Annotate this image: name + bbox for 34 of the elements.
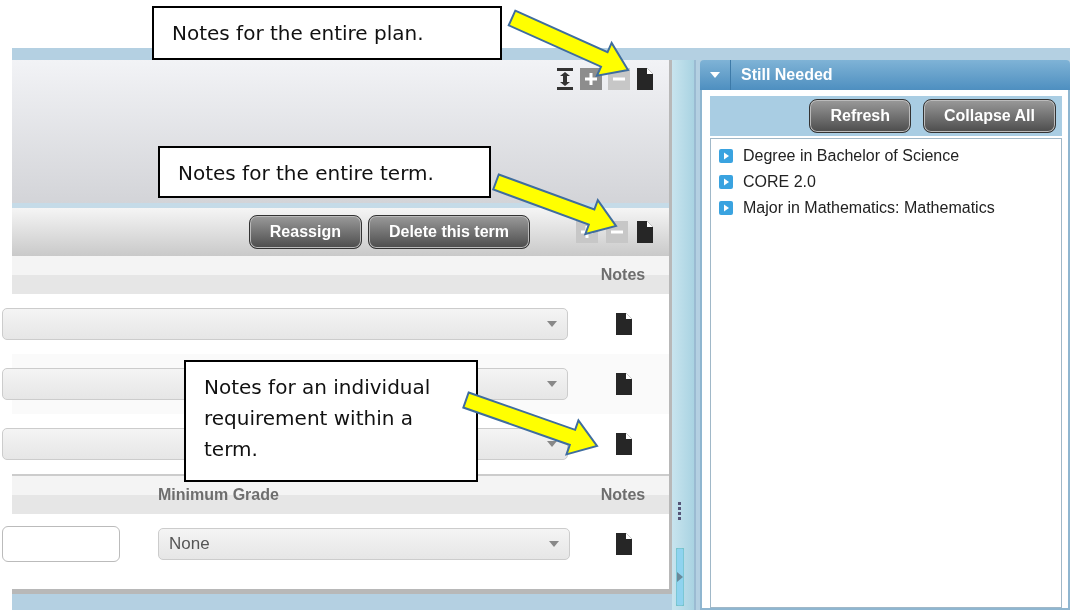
notes-icon[interactable] bbox=[614, 313, 632, 335]
notes-icon[interactable] bbox=[636, 68, 653, 90]
toolbar-button[interactable]: Collapse All bbox=[923, 99, 1056, 133]
expand-icon[interactable] bbox=[719, 175, 733, 189]
expand-icon[interactable] bbox=[719, 201, 733, 215]
dropdown-caret-icon bbox=[547, 441, 557, 447]
dropdown-caret-icon bbox=[549, 541, 559, 547]
list-item[interactable]: CORE 2.0 bbox=[743, 173, 816, 191]
column-header: Notes bbox=[600, 486, 646, 504]
toolbar-button[interactable]: Refresh bbox=[809, 99, 911, 133]
column-header: Minimum Grade bbox=[158, 486, 279, 504]
grade-dropdown[interactable]: None bbox=[158, 528, 570, 560]
caret-icon bbox=[710, 70, 720, 80]
callout-tooltip: Notes for the entire plan. bbox=[152, 6, 502, 60]
expand-handle[interactable] bbox=[676, 548, 684, 606]
input-field[interactable] bbox=[2, 526, 120, 562]
notes-icon[interactable] bbox=[614, 533, 632, 555]
term-button[interactable]: Reassign bbox=[248, 215, 362, 249]
dropdown-caret-icon bbox=[547, 381, 557, 387]
list-item[interactable]: Degree in Bachelor of Science bbox=[743, 147, 960, 165]
expand-icon[interactable] bbox=[719, 149, 733, 163]
panel-title: Still Needed bbox=[741, 66, 833, 84]
list-item[interactable]: Major in Mathematics: Mathematics bbox=[743, 199, 995, 217]
dropdown-caret-icon bbox=[547, 321, 557, 327]
notes-icon[interactable] bbox=[614, 433, 632, 455]
notes-icon[interactable] bbox=[614, 373, 632, 395]
notes-icon[interactable] bbox=[636, 221, 653, 243]
expand-rows-icon[interactable] bbox=[556, 68, 574, 90]
grip-icon[interactable] bbox=[678, 502, 681, 522]
callout-tooltip: Notes for an individual requirement within a term. bbox=[184, 360, 478, 482]
add-icon[interactable] bbox=[580, 68, 602, 90]
term-button[interactable]: Delete this term bbox=[367, 215, 530, 249]
column-header: Notes bbox=[600, 266, 646, 284]
callout-tooltip: Notes for the entire term. bbox=[158, 146, 491, 198]
